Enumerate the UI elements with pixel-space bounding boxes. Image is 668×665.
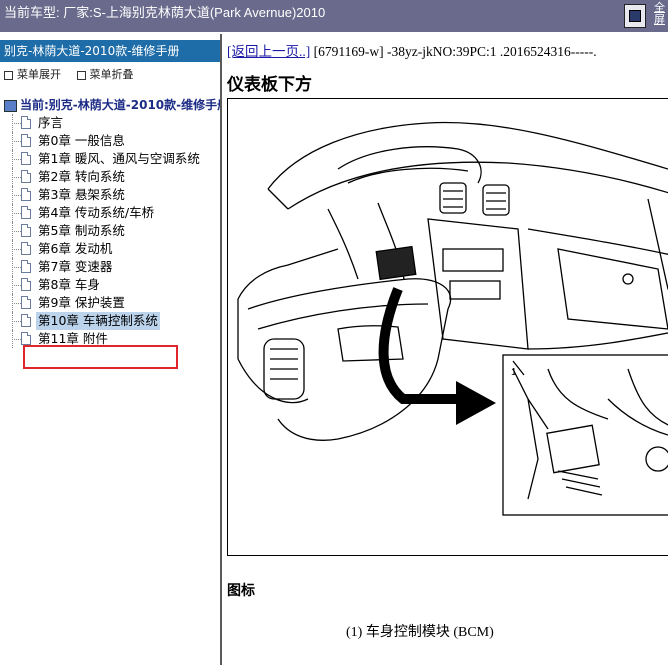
expand-icon bbox=[4, 70, 13, 80]
toc-item-label: 第7章 变速器 bbox=[38, 259, 113, 274]
collapse-icon bbox=[76, 70, 86, 80]
content-pane: [返回上一页..] [6791169-w] -38yz-jkNO:39PC:1 … bbox=[224, 34, 668, 665]
figure-callout-number: 1 bbox=[511, 367, 517, 378]
tree-line bbox=[12, 213, 21, 214]
expand-menu-label: 菜单展开 bbox=[17, 68, 61, 81]
document-icon bbox=[21, 170, 31, 183]
current-manual-label: 当前:别克-林荫大道-2010款-维修手册 bbox=[20, 98, 222, 112]
sidebar: 别克-林荫大道-2010款-维修手册 菜单展开 菜单折叠 当前:别克-林荫大道-… bbox=[0, 34, 222, 665]
toc-item-label: 第1章 暖风、通风与空调系统 bbox=[38, 151, 200, 166]
dashboard-figure: 1 bbox=[227, 98, 668, 556]
tree-line bbox=[12, 177, 21, 178]
nav-line: [返回上一页..] [6791169-w] -38yz-jkNO:39PC:1 … bbox=[227, 40, 597, 60]
top-bar: 当前车型: 厂家:S-上海别克林荫大道(Park Avernue)2010 全屏 bbox=[0, 0, 668, 32]
document-icon bbox=[21, 116, 31, 129]
document-icon bbox=[21, 134, 31, 147]
toc-item[interactable]: 第2章 转向系统 bbox=[0, 168, 220, 186]
tree-line bbox=[12, 159, 21, 160]
document-id: [6791169-w] -38yz-jkNO:39PC:1 .201652431… bbox=[310, 44, 597, 59]
document-icon bbox=[21, 188, 31, 201]
toc-item-label: 第11章 附件 bbox=[38, 331, 108, 346]
tree-line bbox=[12, 249, 21, 250]
document-icon bbox=[21, 242, 31, 255]
toc-item[interactable]: 第4章 传动系统/车桥 bbox=[0, 204, 220, 222]
toc-item[interactable]: 第9章 保护装置 bbox=[0, 294, 220, 312]
toc-item[interactable]: 第11章 附件 bbox=[0, 330, 220, 348]
document-icon bbox=[21, 332, 31, 345]
tree-line bbox=[12, 321, 21, 322]
legend-item: (1) 车身控制模块 (BCM) bbox=[346, 625, 494, 640]
tree-line bbox=[12, 231, 21, 232]
document-icon bbox=[21, 152, 31, 165]
toc-item-label: 第9章 保护装置 bbox=[38, 295, 125, 310]
toc-item-label: 第8章 车身 bbox=[38, 277, 100, 292]
manual-title: 别克-林荫大道-2010款-维修手册 bbox=[0, 40, 220, 62]
tree-line bbox=[12, 195, 21, 196]
toc-item[interactable]: 第0章 一般信息 bbox=[0, 132, 220, 150]
current-manual[interactable]: 当前:别克-林荫大道-2010款-维修手册 bbox=[4, 96, 222, 113]
tree-line bbox=[12, 285, 21, 286]
tree-line bbox=[12, 123, 21, 124]
toc-item[interactable]: 第10章 车辆控制系统 bbox=[0, 312, 220, 330]
toc-item[interactable]: 序言 bbox=[0, 114, 220, 132]
tree-line bbox=[12, 141, 21, 142]
page-title: 仪表板下方 bbox=[227, 75, 312, 95]
toc-item-label: 序言 bbox=[38, 115, 64, 130]
document-icon bbox=[21, 278, 31, 291]
toc-item-label: 第3章 悬架系统 bbox=[38, 187, 125, 202]
tree-line bbox=[12, 339, 21, 340]
highlight-annotation-box bbox=[23, 345, 178, 369]
toc-item-label: 第0章 一般信息 bbox=[38, 133, 125, 148]
table-of-contents: 序言第0章 一般信息第1章 暖风、通风与空调系统 第2章 转向系统 第3章 悬架系统… bbox=[0, 114, 220, 348]
back-link[interactable]: [返回上一页..] bbox=[227, 44, 310, 59]
computer-icon bbox=[4, 99, 17, 112]
document-icon bbox=[21, 296, 31, 309]
fullscreen-link[interactable]: 全屏 bbox=[654, 2, 668, 26]
tree-line bbox=[12, 303, 21, 304]
toc-item-label: 第2章 转向系统 bbox=[38, 169, 125, 184]
document-icon bbox=[21, 224, 31, 237]
collapse-menu-button[interactable]: 菜单折叠 bbox=[76, 68, 134, 81]
toc-item-label: 第6章 发动机 bbox=[38, 241, 113, 256]
menu-actions: 菜单展开 菜单折叠 bbox=[4, 66, 146, 82]
window-toggle-icon[interactable] bbox=[624, 4, 646, 28]
document-icon bbox=[21, 206, 31, 219]
toc-item-label: 第10章 车辆控制系统 bbox=[36, 312, 160, 330]
expand-menu-button[interactable]: 菜单展开 bbox=[4, 68, 61, 81]
toc-item[interactable]: 第7章 变速器 bbox=[0, 258, 220, 276]
toc-item[interactable]: 第8章 车身 bbox=[0, 276, 220, 294]
document-icon bbox=[21, 260, 31, 273]
toc-item[interactable]: 第5章 制动系统 bbox=[0, 222, 220, 240]
toc-item-label: 第5章 制动系统 bbox=[38, 223, 125, 238]
current-vehicle-title: 当前车型: 厂家:S-上海别克林荫大道(Park Avernue)2010 bbox=[4, 5, 326, 20]
dashboard-illustration: 1 bbox=[237, 121, 668, 516]
toc-item[interactable]: 第6章 发动机 bbox=[0, 240, 220, 258]
legend-title: 图标 bbox=[227, 583, 255, 599]
toc-item[interactable]: 第1章 暖风、通风与空调系统 bbox=[0, 150, 220, 168]
document-icon bbox=[21, 314, 31, 327]
collapse-menu-label: 菜单折叠 bbox=[89, 68, 134, 81]
toc-item-label: 第4章 传动系统/车桥 bbox=[38, 205, 155, 220]
toc-item[interactable]: 第3章 悬架系统 bbox=[0, 186, 220, 204]
tree-line bbox=[12, 267, 21, 268]
